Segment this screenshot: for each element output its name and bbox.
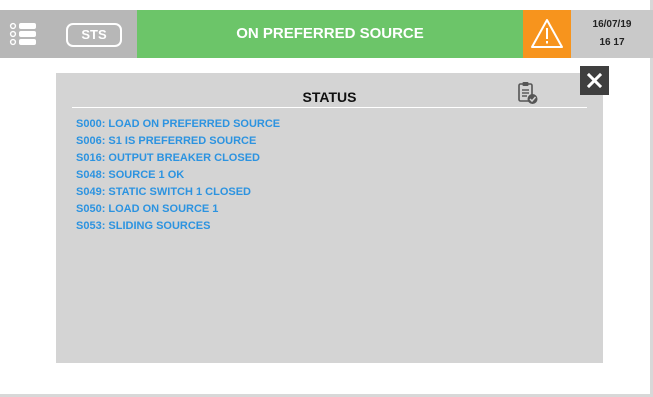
title-divider bbox=[72, 107, 587, 108]
status-banner: ON PREFERRED SOURCE bbox=[137, 10, 523, 58]
status-item: S050: LOAD ON SOURCE 1 bbox=[76, 203, 219, 215]
menu-list-icon bbox=[9, 22, 36, 46]
status-item: S016: OUTPUT BREAKER CLOSED bbox=[76, 152, 260, 164]
status-list: S000: LOAD ON PREFERRED SOURCE S006: S1 … bbox=[76, 116, 280, 235]
alarm-button[interactable] bbox=[523, 10, 571, 58]
clipboard-check-icon bbox=[518, 82, 538, 104]
status-item: S006: S1 IS PREFERRED SOURCE bbox=[76, 135, 257, 147]
status-item: S049: STATIC SWITCH 1 CLOSED bbox=[76, 186, 252, 198]
top-bar-left-segment: STS bbox=[0, 10, 137, 58]
warning-triangle-icon bbox=[531, 19, 563, 48]
clipboard-button[interactable] bbox=[517, 81, 539, 105]
time-label: 16 17 bbox=[599, 37, 625, 48]
close-button[interactable] bbox=[580, 66, 609, 95]
date-label: 16/07/19 bbox=[592, 19, 632, 30]
status-panel: STATUS S000: LOAD ON PREFERRED SOURCE S0… bbox=[56, 73, 603, 363]
top-bar: STS ON PREFERRED SOURCE 16/07/19 16 17 bbox=[0, 10, 653, 58]
close-icon bbox=[587, 73, 602, 88]
panel-title: STATUS bbox=[302, 89, 357, 105]
status-item: S048: SOURCE 1 OK bbox=[76, 169, 185, 181]
sts-button[interactable]: STS bbox=[66, 23, 122, 47]
status-item: S053: SLIDING SOURCES bbox=[76, 220, 211, 232]
datetime-display: 16/07/19 16 17 bbox=[571, 10, 653, 58]
menu-button[interactable] bbox=[8, 22, 48, 46]
status-item: S000: LOAD ON PREFERRED SOURCE bbox=[76, 118, 281, 130]
